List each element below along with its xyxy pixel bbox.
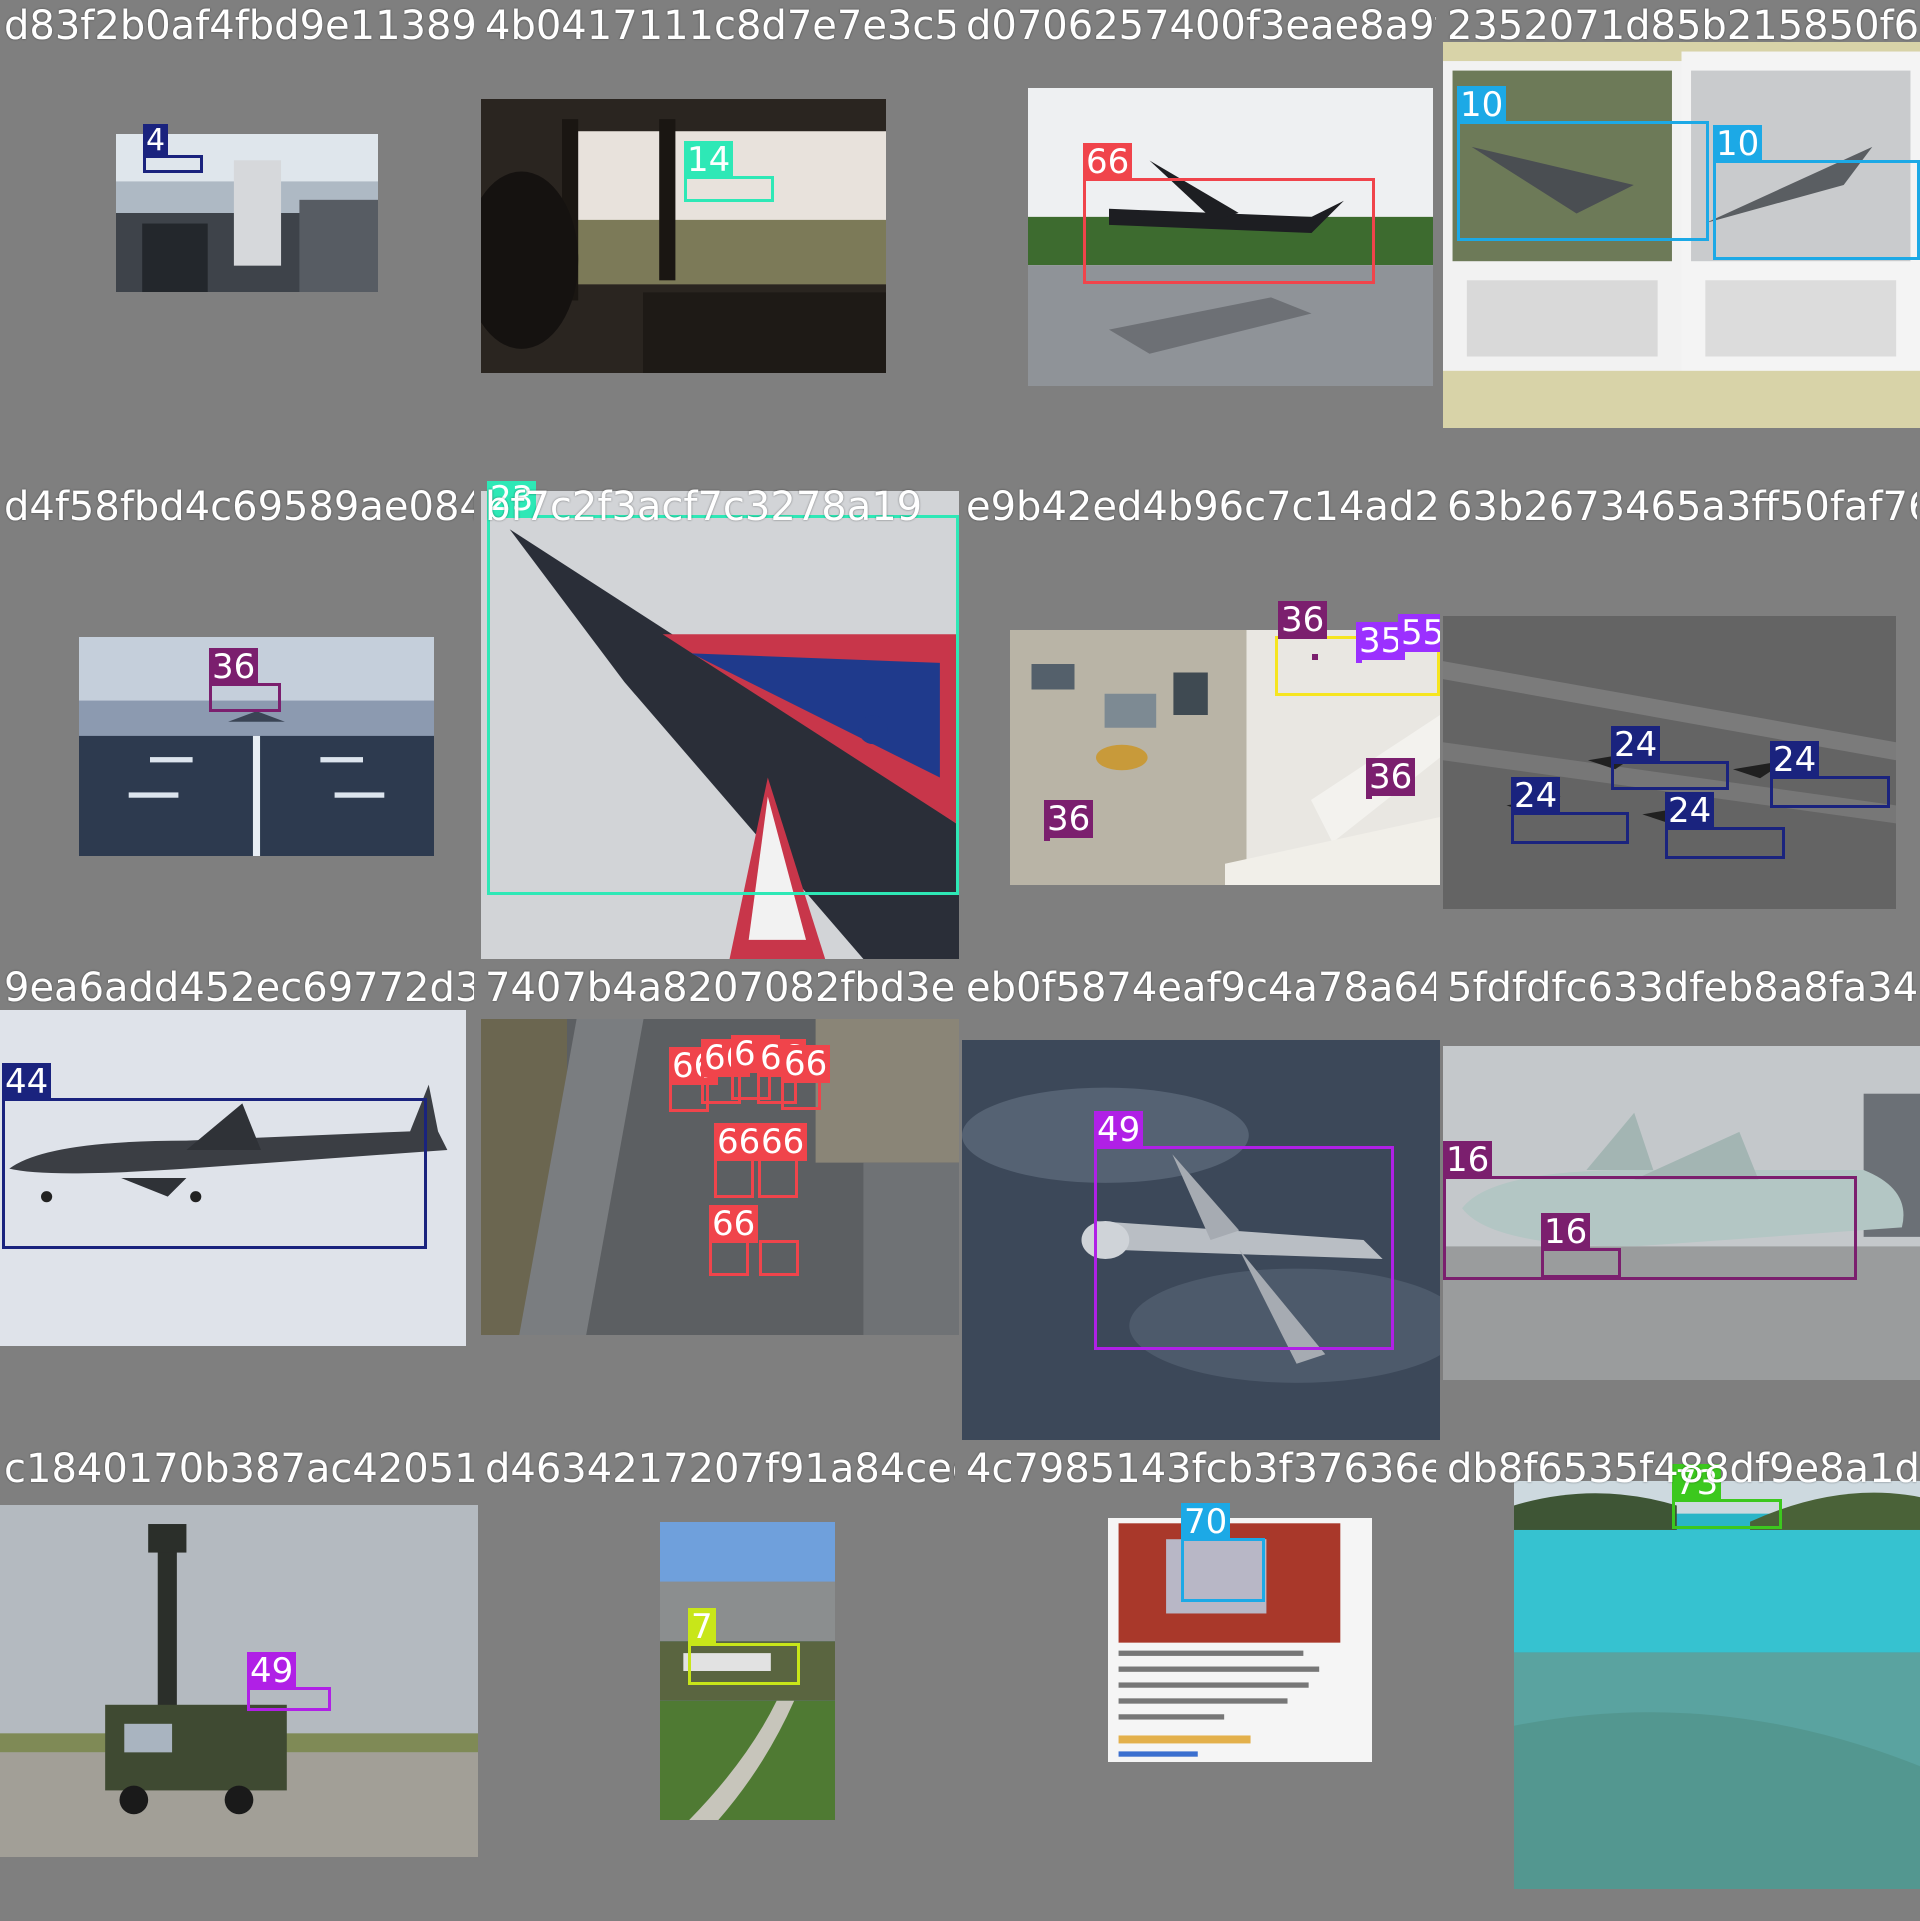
box-class-id: 7: [688, 1608, 716, 1646]
tile-filename: d83f2b0af4fbd9e1138970b64b041711157a: [4, 4, 474, 48]
detection-box: 66: [709, 1240, 749, 1276]
box-class-id: 24: [1665, 792, 1714, 830]
detection-box: 35: [1356, 657, 1362, 663]
tile-filename: 4b0417111c8d7e7e3c5b07662540f3ea: [485, 4, 955, 48]
detection-box: 36: [1044, 835, 1050, 841]
tile-filename: e9b42ed4b96c7c14ad2e5fa: [966, 485, 1436, 529]
tile-filename: 4c7985143fcb3f37636ec0f6: [966, 1447, 1436, 1491]
box-class-id: 66: [709, 1205, 758, 1243]
box-class-id: 36: [1044, 800, 1093, 838]
detection-box: 66: [758, 1158, 798, 1198]
box-class-id: 36: [1366, 758, 1415, 796]
detection-box: 55: [1398, 649, 1404, 655]
detection-box: 16: [1443, 1176, 1857, 1280]
radar-truck-photo: [0, 1505, 478, 1857]
detection-mosaic: d83f2b0af4fbd9e1138970b64b041711157a 4 4…: [0, 0, 1920, 1920]
tile-filename: d0706257400f3eae8a9f5ff0e5e252071d5: [966, 4, 1436, 48]
box-class-id: 16: [1541, 1213, 1590, 1251]
tile-filename: eb0f5874eaf9c4a78a640d037: [966, 966, 1436, 1010]
box-class-id: 24: [1770, 741, 1819, 779]
tile-filename: bf7c2f3acf7c3278a19: [485, 485, 955, 529]
tile-filename: 5fdfdfc633dfeb8a8fa34c8: [1447, 966, 1917, 1010]
detection-box: 49: [247, 1687, 331, 1711]
detection-box: 23: [487, 515, 959, 895]
detection-box: 70: [1181, 1538, 1265, 1602]
tile-filename: db8f6535f488df9e8a1d3e: [1447, 1447, 1917, 1491]
detection-box: 10: [1457, 121, 1709, 241]
tile-5: d4f58fbd4c69589ae084189f 36: [0, 481, 478, 959]
box-class-id: 66: [758, 1123, 807, 1161]
box-class-id: 55: [1398, 614, 1440, 652]
box-class-id: 36: [209, 648, 258, 686]
tile-filename: d4f58fbd4c69589ae084189f: [4, 485, 474, 529]
box-class-id: 66: [781, 1045, 830, 1083]
detection-box: 66: [714, 1158, 754, 1198]
tile-10: 7407b4a8207082fbd3ee1ae 66 66 66 66 66 6…: [481, 962, 959, 1440]
tile-filename: 9ea6add452ec69772d3b890a: [4, 966, 474, 1010]
box-class-id: 24: [1511, 777, 1560, 815]
tile-12: 5fdfdfc633dfeb8a8fa34c8 16 16: [1443, 962, 1920, 1440]
tile-4: 2352071d85b215850f63bb5 10 10: [1443, 0, 1920, 478]
detection-box: 73: [1672, 1499, 1782, 1529]
box-class-id: 49: [1094, 1111, 1143, 1149]
detection-box: 24: [1511, 812, 1629, 844]
detection-box: 66: [759, 1240, 799, 1276]
box-class-id: 4: [143, 124, 168, 158]
detection-box: 66: [1083, 178, 1375, 284]
detection-box: 4: [143, 155, 203, 173]
detection-box: 24: [1611, 761, 1729, 790]
box-class-id: 66: [714, 1123, 763, 1161]
detection-box: 24: [1665, 827, 1785, 859]
tile-11: eb0f5874eaf9c4a78a640d037 49: [962, 962, 1440, 1440]
box-class-id: 70: [1181, 1503, 1230, 1541]
detection-box: 16: [1541, 1248, 1621, 1278]
tile-13: c1840170b387ac420516f98 49: [0, 1443, 478, 1921]
box-class-id: 10: [1457, 86, 1506, 124]
detection-box: 10: [1713, 160, 1920, 260]
tile-1: d83f2b0af4fbd9e1138970b64b041711157a 4: [0, 0, 478, 478]
detection-box: 7: [688, 1643, 800, 1685]
tile-2: 4b0417111c8d7e7e3c5b07662540f3ea 14: [481, 0, 959, 478]
tile-3: d0706257400f3eae8a9f5ff0e5e252071d5 66: [962, 0, 1440, 478]
box-class-id: 14: [684, 141, 733, 179]
detection-box: 44: [2, 1098, 427, 1249]
detection-box: 36: [1366, 793, 1372, 799]
tile-16: db8f6535f488df9e8a1d3e 73: [1443, 1443, 1920, 1921]
detection-box: 14: [684, 176, 774, 202]
tile-filename: 7407b4a8207082fbd3ee1ae: [485, 966, 955, 1010]
tile-15: 4c7985143fcb3f37636ec0f6 70: [962, 1443, 1440, 1921]
box-class-id: 49: [247, 1652, 296, 1690]
lagoon-photo: [1514, 1481, 1920, 1889]
detection-box: 24: [1770, 776, 1890, 808]
detection-box: 49: [1094, 1146, 1394, 1350]
tile-filename: d4634217207f91a84ceddafd: [485, 1447, 955, 1491]
detection-box: 66: [781, 1080, 821, 1110]
box-class-id: 10: [1713, 125, 1762, 163]
box-class-id: 66: [1083, 143, 1132, 181]
box-class-id: 44: [2, 1063, 51, 1101]
tile-7: e9b42ed4b96c7c14ad2e5fa 36 36 35 55 36 3…: [962, 481, 1440, 959]
tile-filename: 63b2673465a3ff50faf761ef2: [1447, 485, 1917, 529]
box-class-id: 16: [1443, 1141, 1492, 1179]
tile-6: bf7c2f3acf7c3278a19 23: [481, 481, 959, 959]
tile-9: 9ea6add452ec69772d3b890a 44: [0, 962, 478, 1440]
box-class-id: 24: [1611, 726, 1660, 764]
box-class-id: 36: [1278, 601, 1327, 639]
detection-box: 36: [209, 683, 281, 712]
detection-box: 36: [1312, 654, 1318, 660]
tile-8: 63b2673465a3ff50faf761ef2 24 24 24 24: [1443, 481, 1920, 959]
tile-filename: c1840170b387ac420516f98: [4, 1447, 474, 1491]
tile-14: d4634217207f91a84ceddafd 7: [481, 1443, 959, 1921]
tile-filename: 2352071d85b215850f63bb5: [1447, 4, 1917, 48]
